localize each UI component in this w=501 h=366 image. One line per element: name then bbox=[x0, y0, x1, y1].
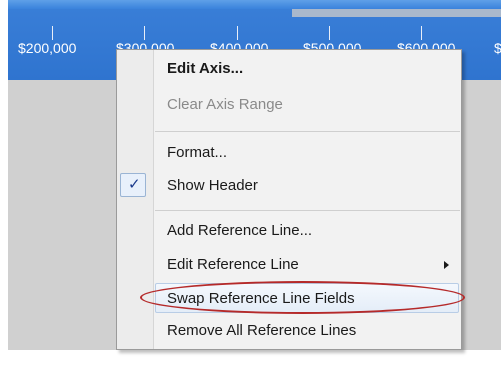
left-margin bbox=[0, 0, 8, 366]
menu-item-label: Show Header bbox=[167, 177, 258, 194]
menu-item-label: Format... bbox=[167, 144, 228, 161]
menu-item-label: Edit Reference Line bbox=[167, 256, 299, 273]
menu-item-format[interactable]: Format... bbox=[117, 138, 461, 168]
menu-item-edit-reference-line[interactable]: Edit Reference Line bbox=[117, 250, 461, 280]
axis-tick bbox=[421, 26, 422, 40]
axis-tick bbox=[237, 26, 238, 40]
menu-item-label: Remove All Reference Lines bbox=[167, 322, 357, 339]
axis-tick bbox=[52, 26, 53, 40]
menu-item-label: Edit Axis... bbox=[167, 60, 244, 77]
axis-tick-label: $ bbox=[494, 40, 501, 56]
checkmark-icon: ✓ bbox=[120, 173, 146, 197]
horizontal-scrollbar[interactable] bbox=[292, 9, 501, 17]
menu-item-show-header[interactable]: ✓ Show Header bbox=[117, 171, 461, 201]
menu-separator bbox=[155, 210, 460, 211]
menu-item-edit-axis[interactable]: Edit Axis... bbox=[117, 54, 461, 84]
bottom-margin bbox=[8, 350, 501, 366]
menu-item-label: Add Reference Line... bbox=[167, 222, 313, 239]
submenu-arrow-icon bbox=[444, 261, 449, 269]
axis-tick-label: $200,000 bbox=[18, 40, 77, 56]
menu-item-remove-all-reference-lines[interactable]: Remove All Reference Lines bbox=[117, 316, 461, 346]
menu-separator bbox=[155, 131, 460, 132]
menu-item-label: Clear Axis Range bbox=[167, 96, 283, 113]
axis-tick bbox=[144, 26, 145, 40]
menu-item-clear-axis-range: Clear Axis Range bbox=[117, 90, 461, 120]
menu-item-add-reference-line[interactable]: Add Reference Line... bbox=[117, 216, 461, 246]
highlight-annotation-ellipse bbox=[140, 281, 465, 314]
axis-tick bbox=[329, 26, 330, 40]
axis-top-strip bbox=[8, 0, 501, 9]
